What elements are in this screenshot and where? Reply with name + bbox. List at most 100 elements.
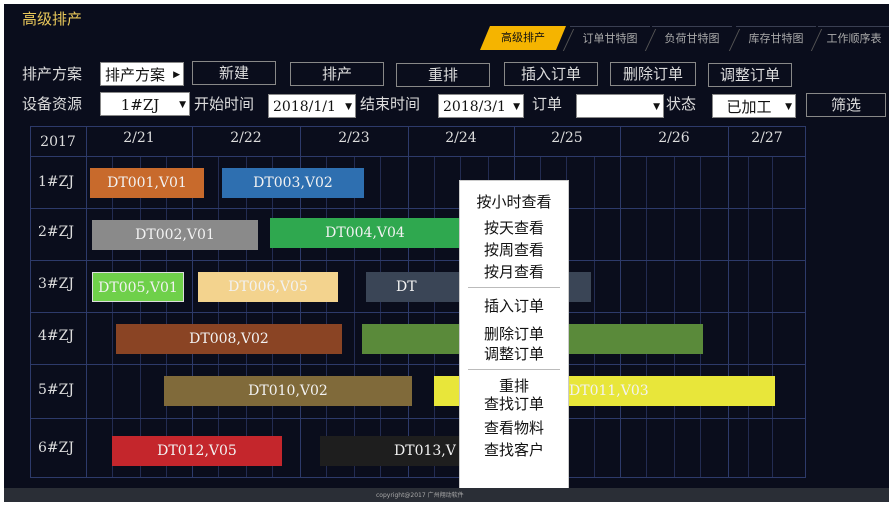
date-header: 2/27 — [751, 130, 783, 146]
adjust-order-button[interactable]: 调整订单 — [708, 63, 792, 87]
grid-line — [380, 156, 381, 478]
task-bar-dt005[interactable]: DT005,V01 — [92, 272, 184, 302]
status-select-value: 已加工 — [726, 98, 772, 116]
date-header: 2/25 — [551, 130, 583, 146]
insert-order-button[interactable]: 插入订单 — [504, 62, 598, 86]
grid-line — [805, 126, 806, 478]
start-time-label: 开始时间 — [194, 95, 255, 113]
grid-line — [728, 126, 729, 478]
menu-find-order[interactable]: 查找订单 — [460, 393, 568, 414]
grid-line — [326, 156, 327, 478]
menu-adjust-order[interactable]: 调整订单 — [460, 343, 568, 364]
grid-line — [434, 156, 435, 478]
task-bar-dt008[interactable]: DT008,V02 — [116, 324, 342, 354]
task-bar-dt004[interactable]: DT004,V04 — [270, 218, 460, 248]
app-window: 高级排产 高级排产 订单甘特图 负荷甘特图 库存甘特图 工作顺序表 排产方案 排… — [4, 4, 889, 502]
task-bar-dt013[interactable]: DT013,V — [320, 436, 460, 466]
order-select[interactable]: ▼ — [576, 94, 664, 118]
task-bar-dt003[interactable]: DT003,V02 — [222, 168, 364, 198]
delete-order-button[interactable]: 删除订单 — [610, 62, 696, 86]
plan-select[interactable]: 排产方案 ▶ — [100, 62, 184, 86]
app-title: 高级排产 — [22, 10, 83, 28]
task-bar-dt002[interactable]: DT002,V01 — [92, 220, 258, 250]
caret-down-icon: ▼ — [653, 102, 660, 112]
row-label: 6#ZJ — [38, 440, 74, 456]
tab-bar: 高级排产 订单甘特图 负荷甘特图 库存甘特图 工作顺序表 — [480, 26, 889, 50]
grid-line — [140, 156, 141, 478]
end-time-label: 结束时间 — [360, 95, 421, 113]
grid-line — [30, 364, 806, 365]
date-header: 2/21 — [123, 130, 155, 146]
start-time-select[interactable]: 2018/1/1 ▼ — [268, 94, 356, 118]
context-menu: 按小时查看 按天查看 按周查看 按月查看 插入订单 删除订单 调整订单 重排 查… — [459, 180, 569, 502]
copyright-text: copyright@2017 广州翔动软件 — [376, 492, 464, 499]
tab-order-gantt[interactable]: 订单甘特图 — [570, 26, 650, 50]
menu-view-materials[interactable]: 查看物料 — [460, 417, 568, 438]
caret-down-icon: ▼ — [179, 100, 186, 110]
grid-line — [30, 312, 806, 313]
tab-inventory-gantt[interactable]: 库存甘特图 — [736, 26, 816, 50]
reschedule-button[interactable]: 重排 — [396, 63, 490, 87]
grid-line — [700, 156, 701, 478]
grid-line — [674, 156, 675, 478]
tab-work-sequence[interactable]: 工作顺序表 — [818, 26, 889, 50]
grid-line — [772, 156, 773, 478]
grid-line — [246, 156, 247, 478]
end-time-select[interactable]: 2018/3/1 ▼ — [438, 94, 524, 118]
menu-divider — [468, 369, 560, 370]
grid-line — [218, 156, 219, 478]
menu-find-customer[interactable]: 查找客户 — [460, 439, 568, 460]
menu-view-by-day[interactable]: 按天查看 — [460, 217, 568, 238]
task-bar-dt007[interactable]: DT — [366, 272, 462, 302]
resource-select-value: 1#ZJ — [120, 96, 160, 114]
grid-line — [112, 156, 113, 478]
menu-view-by-month[interactable]: 按月查看 — [460, 261, 568, 282]
grid-line — [30, 477, 806, 478]
plan-label: 排产方案 — [22, 65, 83, 83]
resource-select[interactable]: 1#ZJ ▼ — [100, 92, 190, 116]
task-bar-dt010[interactable]: DT010,V02 — [164, 376, 412, 406]
resource-label: 设备资源 — [22, 95, 83, 113]
status-label: 状态 — [666, 95, 697, 113]
filter-button[interactable]: 筛选 — [806, 93, 886, 117]
task-bar-dt009[interactable] — [362, 324, 460, 354]
grid-line — [30, 156, 806, 157]
menu-view-by-week[interactable]: 按周查看 — [460, 239, 568, 260]
grid-line — [166, 156, 167, 478]
status-select[interactable]: 已加工 ▼ — [712, 94, 796, 118]
year-header: 2017 — [40, 134, 76, 150]
schedule-button[interactable]: 排产 — [290, 62, 384, 86]
gantt-chart: 2017 2/21 2/22 2/23 2/24 2/25 2/26 2/27 … — [30, 126, 806, 478]
new-button[interactable]: 新建 — [192, 61, 276, 85]
order-label: 订单 — [532, 95, 563, 113]
plan-select-value: 排产方案 — [105, 66, 166, 84]
caret-down-icon: ▶ — [173, 70, 180, 80]
caret-down-icon: ▼ — [785, 102, 792, 112]
grid-line — [30, 126, 31, 478]
grid-line — [354, 156, 355, 478]
menu-view-by-hour[interactable]: 按小时查看 — [460, 191, 568, 212]
grid-line — [272, 156, 273, 478]
date-header: 2/23 — [338, 130, 370, 146]
task-bar-dt011-head[interactable] — [434, 376, 460, 406]
grid-line — [646, 156, 647, 478]
tab-load-gantt[interactable]: 负荷甘特图 — [652, 26, 732, 50]
grid-line — [620, 126, 621, 478]
grid-line — [30, 260, 806, 261]
task-bar-dt009-tail[interactable] — [565, 324, 703, 354]
menu-delete-order[interactable]: 删除订单 — [460, 323, 568, 344]
menu-insert-order[interactable]: 插入订单 — [460, 295, 568, 316]
date-header: 2/22 — [230, 130, 262, 146]
menu-divider — [468, 287, 560, 288]
row-label: 2#ZJ — [38, 224, 74, 240]
task-bar-dt006[interactable]: DT006,V05 — [198, 272, 338, 302]
date-header: 2/26 — [658, 130, 690, 146]
tab-advanced-scheduling[interactable]: 高级排产 — [480, 26, 566, 50]
grid-line — [30, 418, 806, 419]
date-header: 2/24 — [445, 130, 477, 146]
grid-line — [30, 208, 806, 209]
caret-down-icon: ▼ — [345, 102, 352, 112]
task-bar-dt012[interactable]: DT012,V05 — [112, 436, 282, 466]
task-bar-dt011[interactable]: DT011,V03 — [565, 376, 775, 406]
task-bar-dt001[interactable]: DT001,V01 — [90, 168, 204, 198]
